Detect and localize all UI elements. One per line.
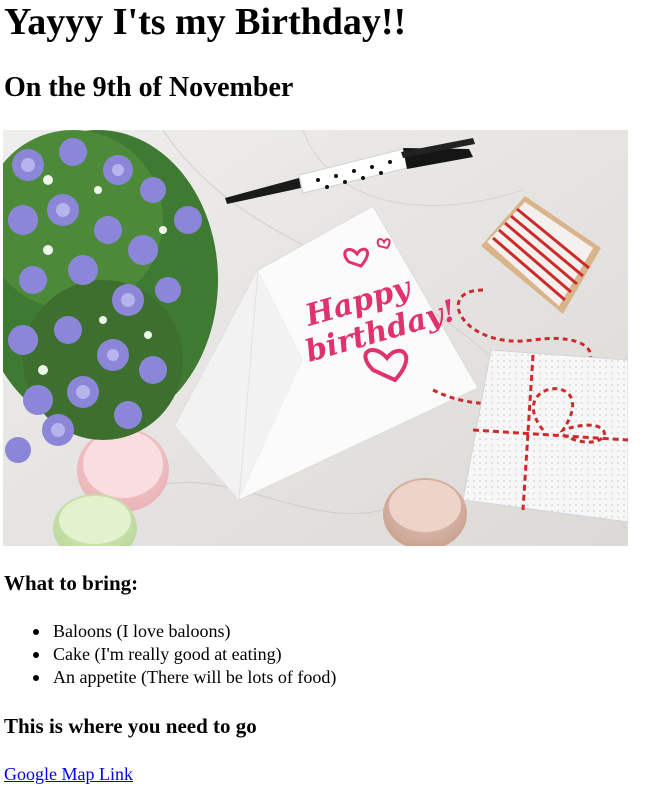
list-item-text: Baloons (I love baloons) (53, 621, 231, 641)
birthday-photo: Happy birthday! (3, 130, 628, 546)
bullet-icon (33, 652, 39, 658)
list-item-text: An appetite (There will be lots of food) (53, 667, 337, 687)
bring-list: Baloons (I love baloons) Cake (I'm reall… (33, 620, 336, 689)
bullet-icon (33, 629, 39, 635)
list-item: Cake (I'm really good at eating) (33, 643, 336, 666)
page-title: Yayyy I'ts my Birthday!! (4, 1, 407, 43)
gift-box-graphic (462, 349, 628, 523)
birthday-photo-illustration: Happy birthday! (3, 130, 628, 546)
page-subtitle: On the 9th of November (4, 72, 294, 103)
list-item: Baloons (I love baloons) (33, 620, 336, 643)
bullet-icon (33, 675, 39, 681)
google-map-link[interactable]: Google Map Link (4, 763, 133, 786)
directions-heading: This is where you need to go (4, 714, 257, 738)
list-item: An appetite (There will be lots of food) (33, 666, 336, 689)
what-to-bring-heading: What to bring: (4, 571, 139, 595)
list-item-text: Cake (I'm really good at eating) (53, 644, 282, 664)
